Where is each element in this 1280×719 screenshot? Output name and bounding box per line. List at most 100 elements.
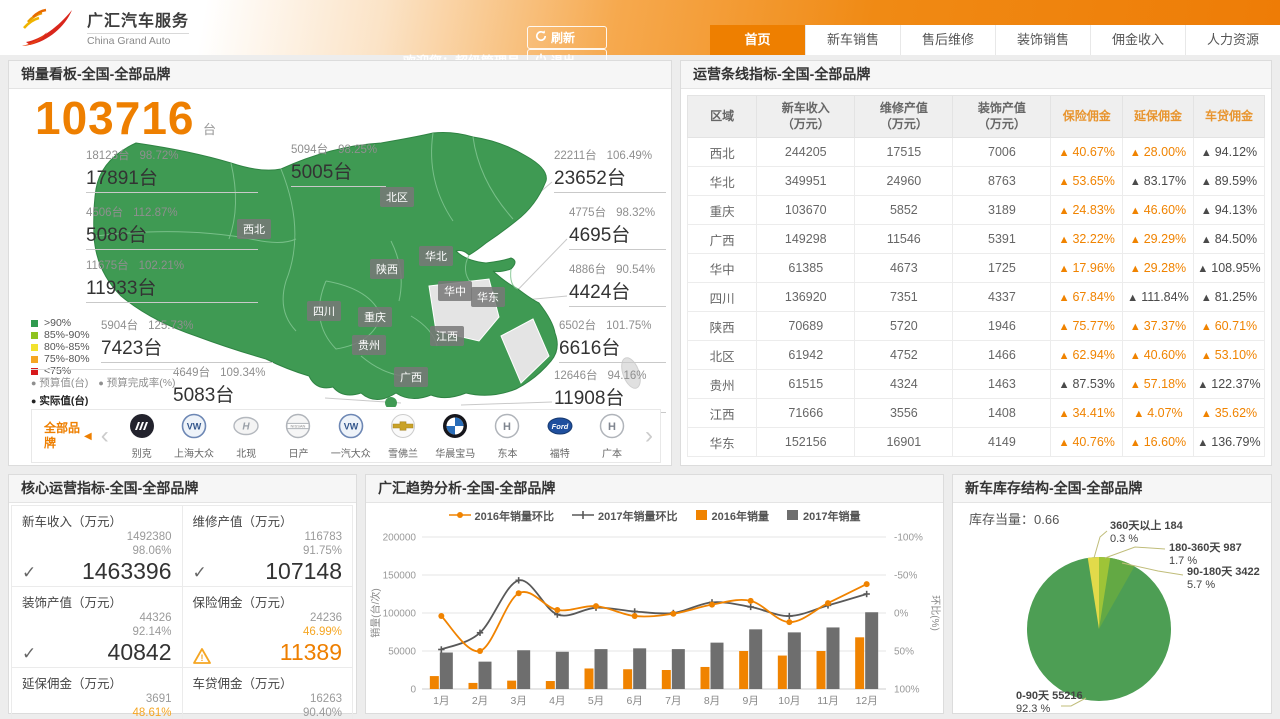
tab-新车销售[interactable]: 新车销售 [805,25,900,55]
loan-cell: ▲60.71% [1193,312,1264,341]
sales-callout: 4506台112.87%5086台 [86,204,258,250]
deco-cell: 4149 [953,428,1051,457]
refresh-button[interactable]: 刷新 [527,26,607,49]
stock-equivalent-label: 库存当量：0.66 [969,509,1059,528]
callout-budget-line: 4775台98.32% [569,204,666,220]
kpi-card-延保佣金: 延保佣金（万元）369148.61%!1794 [11,667,183,719]
ops-metrics-content: 区域新车收入（万元）维修产值（万元）装饰产值（万元）保险佣金延保佣金车贷佣金 西… [681,89,1271,465]
up-arrow-icon: ▲ [1130,379,1141,391]
tab-装饰销售[interactable]: 装饰销售 [995,25,1090,55]
up-arrow-icon: ▲ [1130,263,1141,275]
tab-首页[interactable]: 首页 [710,25,805,55]
trend-chart: 0100%5000050%1000000%150000-50%200000-10… [366,529,943,713]
region-cell: 广西 [688,225,757,254]
extended-cell: ▲37.37% [1123,312,1194,341]
up-arrow-icon: ▲ [1197,437,1208,449]
brand-scroll-right-icon[interactable]: › [638,416,660,456]
svg-text:10月: 10月 [778,695,800,707]
nissan-logo-icon: NISSAN [285,426,311,443]
new-car-cell: 152156 [757,428,855,457]
kpi-title: 延保佣金（万元） [22,673,172,692]
new-car-cell: 149298 [757,225,855,254]
inventory-structure-content: 库存当量：0.66 360天以上 1840.3 %180-360天 9871.7… [953,503,1271,713]
region-cell: 北区 [688,341,757,370]
insurance-cell: ▲62.94% [1051,341,1123,370]
brand-item-东本[interactable]: H东本 [483,413,531,460]
dashboard-screen: 广汇汽车服务 China Grand Auto 欢迎您：超级管理员 刷新退出修改… [0,0,1280,719]
svg-text:150000: 150000 [383,571,417,582]
up-arrow-icon: ▲ [1201,234,1212,246]
svg-text:8月: 8月 [704,695,720,707]
callout-budget-line: 5904台125.73% [101,317,273,333]
region-cell: 华东 [688,428,757,457]
all-brands-arrow-icon[interactable]: ◀ [84,431,92,442]
table-row-重庆: 重庆10367058523189▲24.83%▲46.60%▲94.13% [688,196,1265,225]
kpi-title: 车贷佣金（万元） [193,673,343,692]
legend-item: 85%-90% [31,329,90,341]
core-kpi-title: 核心运营指标-全国-全部品牌 [9,475,356,503]
insurance-cell: ▲17.96% [1051,254,1123,283]
callout-actual-value: 4695台 [569,220,666,247]
brand-item-一汽大众[interactable]: VW一汽大众 [327,413,375,460]
tab-人力资源[interactable]: 人力资源 [1185,25,1280,55]
kpi-actual-value: 107148 [265,559,342,583]
callout-actual-value: 23652台 [554,163,666,190]
sales-callout: 4886台90.54%4424台 [569,261,666,307]
callout-budget-line: 4649台109.34% [173,364,325,380]
kpi-title: 维修产值（万元） [193,511,343,530]
marker-legend-row: ● 实际值(台) [31,393,181,408]
up-arrow-icon: ▲ [1197,379,1208,391]
up-arrow-icon: ▲ [1201,176,1212,188]
up-arrow-icon: ▲ [1059,205,1070,217]
sales-callout: 22211台106.49%23652台 [554,147,666,193]
all-brands-selector[interactable]: 全部品牌 [44,421,84,451]
brand-item-别克[interactable]: 别克 [118,413,166,460]
check-icon: ✓ [22,644,36,664]
brand-item-北现[interactable]: H北现 [222,413,270,460]
tab-售后维修[interactable]: 售后维修 [900,25,995,55]
extended-cell: ▲4.07% [1123,399,1194,428]
region-cell: 重庆 [688,196,757,225]
svg-text:11月: 11月 [817,695,838,707]
loan-cell: ▲81.25% [1193,283,1264,312]
column-header-装饰产值: 装饰产值（万元） [953,96,1051,138]
brand-item-雪佛兰[interactable]: 雪佛兰 [379,413,427,460]
legend-label: 80%-85% [44,341,90,353]
svg-text:VW: VW [187,421,202,431]
brand-item-华晨宝马[interactable]: 华晨宝马 [431,413,479,460]
svg-text:100000: 100000 [383,609,417,620]
svg-text:5.7 %: 5.7 % [1187,579,1215,591]
deco-cell: 4337 [953,283,1051,312]
callout-budget-line: 12646台94.16% [554,367,666,383]
brand-item-上海大众[interactable]: VW上海大众 [170,413,218,460]
kpi-bottom-row: !11389 [193,640,343,664]
kpi-card-新车收入: 新车收入（万元）149238098.06%✓1463396 [11,505,183,587]
up-arrow-icon: ▲ [1059,176,1070,188]
repair-cell: 5852 [855,196,953,225]
insurance-cell: ▲32.22% [1051,225,1123,254]
legend-swatch [31,332,38,339]
brand-scroll-left-icon[interactable]: ‹ [94,416,116,456]
brand-item-广本[interactable]: H广本 [588,413,636,460]
trend-analysis-panel: 广汇趋势分析-全国-全部品牌 2016年销量环比2017年销量环比2016年销量… [365,474,944,714]
svg-text:NISSAN: NISSAN [291,423,306,428]
main-nav: 首页新车销售售后维修装饰销售佣金收入人力资源 [710,25,1280,55]
tab-佣金收入[interactable]: 佣金收入 [1090,25,1185,55]
brand-item-日产[interactable]: NISSAN日产 [274,413,322,460]
new-car-cell: 61385 [757,254,855,283]
kpi-actual-value: 40842 [108,640,172,664]
svg-text:50%: 50% [894,647,914,658]
svg-text:H: H [243,421,251,432]
loan-cell: ▲136.79% [1193,428,1264,457]
new-car-cell: 61942 [757,341,855,370]
callout-actual-value: 6616台 [559,333,666,360]
insurance-cell: ▲53.65% [1051,167,1123,196]
sales-callout: 4649台109.34%5083台 [173,364,325,410]
up-arrow-icon: ▲ [1130,234,1141,246]
svg-text:180-360天 987: 180-360天 987 [1169,541,1242,554]
callout-budget-line: 4886台90.54% [569,261,666,277]
brand-item-福特[interactable]: Ford福特 [536,413,584,460]
region-badge-贵州: 贵州 [352,335,386,355]
callout-budget-line: 18123台98.72% [86,147,258,163]
insurance-cell: ▲40.67% [1051,138,1123,167]
